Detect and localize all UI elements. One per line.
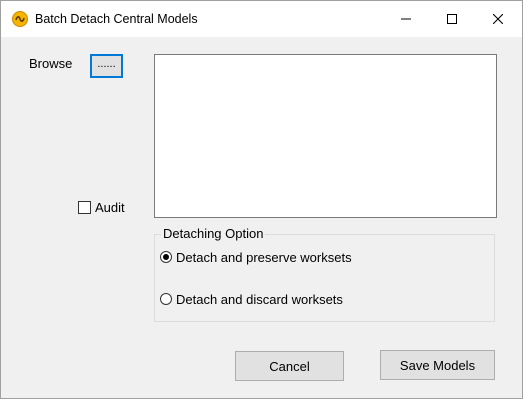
detaching-option-group bbox=[154, 234, 495, 322]
dialog-window: Batch Detach Central Models Browse .....… bbox=[0, 0, 523, 399]
audit-checkbox[interactable] bbox=[78, 200, 91, 214]
radio-button[interactable] bbox=[160, 293, 172, 305]
radio-label: Detach and discard worksets bbox=[176, 291, 343, 307]
window-title: Batch Detach Central Models bbox=[35, 12, 198, 26]
maximize-icon bbox=[447, 14, 457, 24]
browse-button[interactable]: ...... bbox=[90, 54, 123, 78]
save-models-button[interactable]: Save Models bbox=[380, 350, 495, 380]
maximize-button[interactable] bbox=[429, 1, 475, 37]
radio-preserve-worksets[interactable]: Detach and preserve worksets bbox=[160, 249, 352, 265]
title-bar[interactable]: Batch Detach Central Models bbox=[1, 1, 522, 37]
dialog-body: Browse ...... Audit Detaching Option Det… bbox=[1, 37, 522, 398]
radio-button[interactable] bbox=[160, 251, 172, 263]
radio-discard-worksets[interactable]: Detach and discard worksets bbox=[160, 291, 343, 307]
audit-label: Audit bbox=[95, 199, 125, 215]
browse-label: Browse bbox=[29, 56, 73, 71]
close-button[interactable] bbox=[475, 1, 521, 37]
minimize-icon bbox=[401, 18, 411, 20]
close-icon bbox=[493, 14, 503, 24]
minimize-button[interactable] bbox=[383, 1, 429, 37]
app-icon bbox=[12, 11, 28, 27]
cancel-button[interactable]: Cancel bbox=[235, 351, 344, 381]
radio-label: Detach and preserve worksets bbox=[176, 249, 352, 265]
detaching-option-title: Detaching Option bbox=[161, 226, 266, 241]
model-list[interactable] bbox=[154, 54, 497, 218]
audit-checkbox-row[interactable]: Audit bbox=[78, 199, 125, 215]
